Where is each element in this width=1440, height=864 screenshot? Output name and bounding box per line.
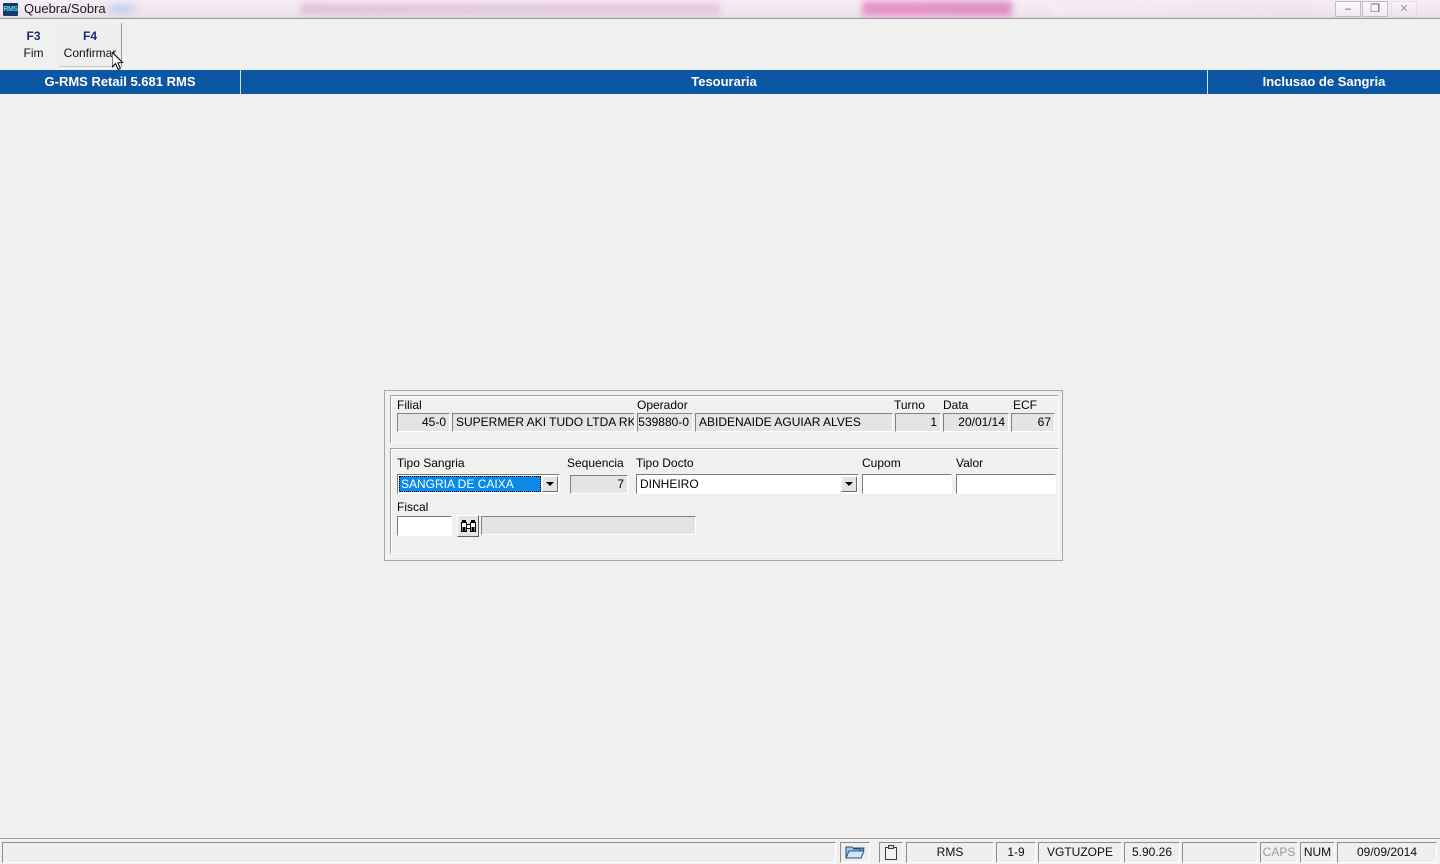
rms-logo-icon: RMS bbox=[3, 3, 18, 16]
status-cell-date: 09/09/2014 bbox=[1337, 842, 1437, 863]
sequencia-label: Sequencia bbox=[567, 456, 624, 470]
sangria-fields-group: Tipo Sangria Sequencia Tipo Docto Cupom … bbox=[390, 448, 1059, 554]
cupom-label: Cupom bbox=[862, 456, 901, 470]
ecf-label: ECF bbox=[1013, 398, 1037, 412]
fiscal-search-button[interactable] bbox=[457, 515, 479, 537]
tipo-sangria-combo[interactable]: SANGRIA DE CAIXA bbox=[397, 474, 560, 494]
os-title-bar: RMS Quebra/Sobra – ❐ ✕ bbox=[0, 0, 1440, 18]
fiscal-label: Fiscal bbox=[397, 500, 429, 514]
redacted-region-a bbox=[104, 2, 140, 16]
operador-code-field[interactable]: 539880-0 bbox=[637, 413, 693, 432]
sangria-form-panel: Filial Operador Turno Data ECF 45-0 SUPE… bbox=[384, 390, 1063, 561]
fkey-f4-label: Confirmar bbox=[63, 45, 117, 60]
tipo-docto-value: DINHEIRO bbox=[640, 477, 699, 491]
chevron-down-icon[interactable] bbox=[542, 476, 558, 492]
sequencia-field[interactable]: 7 bbox=[570, 475, 628, 494]
fiscal-description-field[interactable] bbox=[481, 516, 696, 535]
operador-name-field[interactable]: ABIDENAIDE AGUIAR ALVES bbox=[695, 413, 893, 432]
fkey-f4-code: F4 bbox=[82, 28, 97, 43]
data-field[interactable]: 20/01/14 bbox=[943, 413, 1009, 432]
status-bar: RMS 1-9 VGTUZOPE 5.90.26 CAPS NUM 09/09/… bbox=[0, 838, 1440, 864]
close-button[interactable]: ✕ bbox=[1391, 1, 1417, 17]
header-fields-group: Filial Operador Turno Data ECF 45-0 SUPE… bbox=[390, 395, 1059, 443]
valor-input[interactable] bbox=[956, 474, 1056, 494]
data-label: Data bbox=[943, 398, 969, 412]
cupom-input[interactable] bbox=[862, 474, 952, 494]
status-message bbox=[2, 842, 836, 863]
redacted-region-c bbox=[862, 1, 1012, 16]
turno-field[interactable]: 1 bbox=[895, 413, 941, 432]
function-key-toolbar: F3 Fim F4 Confirmar bbox=[0, 18, 1440, 71]
folder-icon bbox=[845, 846, 865, 859]
operador-label: Operador bbox=[637, 398, 688, 412]
status-cell-caps: CAPS bbox=[1260, 842, 1298, 863]
filial-name-clipped-text: 45-0 bbox=[456, 430, 480, 431]
tipo-sangria-value: SANGRIA DE CAIXA bbox=[399, 476, 541, 492]
module-title-bar: G-RMS Retail 5.681 RMS Tesouraria Inclus… bbox=[0, 70, 1440, 94]
clipboard-icon bbox=[885, 844, 897, 860]
status-cell-num: NUM bbox=[1300, 842, 1335, 863]
screen-name-label: Inclusao de Sangria bbox=[1262, 74, 1386, 89]
filial-name-field[interactable]: SUPERMER AKI TUDO LTDA RK 45-0 bbox=[452, 413, 635, 432]
folder-icon-cell[interactable] bbox=[840, 842, 870, 863]
fkey-button-f4-confirmar[interactable]: F4 Confirmar bbox=[59, 23, 122, 67]
fkey-button-f3-fim[interactable]: F3 Fim bbox=[2, 23, 65, 67]
clipboard-icon-cell[interactable] bbox=[879, 842, 903, 863]
tipo-sangria-label: Tipo Sangria bbox=[397, 456, 465, 470]
fkey-f3-label: Fim bbox=[23, 46, 44, 60]
status-cell-spare bbox=[1182, 842, 1258, 863]
filial-label: Filial bbox=[397, 398, 422, 412]
restore-icon: ❐ bbox=[1370, 2, 1380, 15]
redacted-region-d bbox=[1050, 2, 1310, 15]
turno-label: Turno bbox=[894, 398, 925, 412]
minimize-button[interactable]: – bbox=[1335, 1, 1361, 17]
status-cell-user: VGTUZOPE bbox=[1038, 842, 1122, 863]
valor-label: Valor bbox=[956, 456, 984, 470]
filial-code-field[interactable]: 45-0 bbox=[397, 413, 450, 432]
fiscal-code-input[interactable] bbox=[397, 516, 452, 536]
status-cell-system: RMS bbox=[906, 842, 994, 863]
fkey-f3-code: F3 bbox=[26, 29, 41, 43]
filial-name-text: SUPERMER AKI TUDO LTDA RK bbox=[456, 415, 635, 429]
work-area: Filial Operador Turno Data ECF 45-0 SUPE… bbox=[0, 94, 1440, 838]
restore-button[interactable]: ❐ bbox=[1362, 1, 1388, 17]
redacted-region-b bbox=[300, 3, 720, 15]
tipo-docto-combo[interactable]: DINHEIRO bbox=[636, 474, 859, 494]
close-icon: ✕ bbox=[1399, 2, 1409, 15]
status-cell-version: 5.90.26 bbox=[1124, 842, 1180, 863]
binoculars-icon bbox=[460, 520, 476, 532]
module-name-label: Tesouraria bbox=[240, 70, 1208, 94]
tipo-docto-label: Tipo Docto bbox=[636, 456, 694, 470]
system-name-label: G-RMS Retail 5.681 RMS bbox=[44, 74, 196, 89]
chevron-down-icon[interactable] bbox=[841, 476, 857, 492]
window-title: Quebra/Sobra bbox=[24, 1, 106, 16]
ecf-field[interactable]: 67 bbox=[1011, 413, 1055, 432]
minimize-icon: – bbox=[1344, 2, 1352, 15]
status-cell-session: 1-9 bbox=[996, 842, 1036, 863]
